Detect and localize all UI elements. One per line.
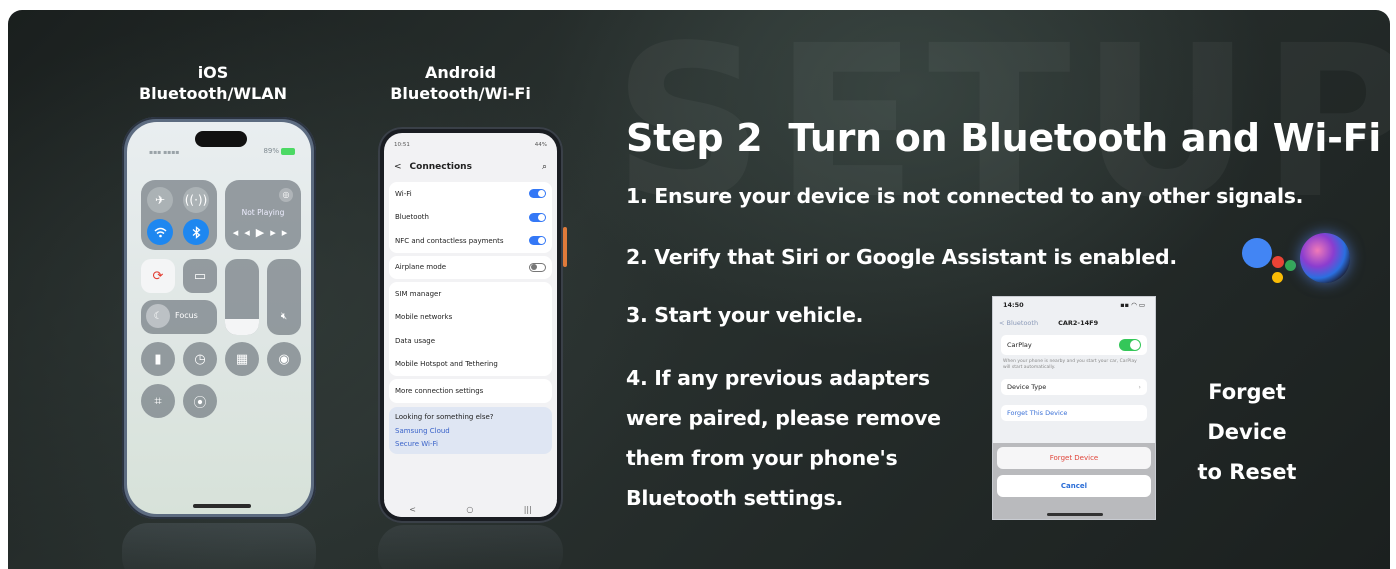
android-group-network: SIM manager Mobile networks Data usage M… — [389, 282, 552, 376]
brightness-slider[interactable] — [225, 259, 259, 335]
siri-icon — [1300, 233, 1350, 283]
instruction-2: 2. Verify that Siri or Google Assistant … — [626, 245, 1177, 269]
fs-status-bar: 14:50 ▪▪ ◠ ▭ — [1003, 301, 1145, 309]
focus-tile[interactable]: ☾ Focus — [141, 300, 217, 334]
cancel-button[interactable]: Cancel — [997, 475, 1151, 497]
android-group-primary: Wi-Fi Bluetooth NFC and contactless paym… — [389, 182, 552, 253]
media-tile[interactable]: ◎ Not Playing ◂◂▶▸▸ — [225, 180, 301, 250]
home-indicator — [193, 504, 251, 508]
instruction-4: 4. If any previous adapters were paired,… — [626, 366, 941, 510]
ios-status-battery: 89% — [263, 147, 295, 155]
android-group-airplane: Airplane mode — [389, 255, 552, 280]
setting-row-more[interactable]: More connection settings — [389, 379, 552, 403]
carplay-toggle[interactable] — [1119, 339, 1141, 351]
fs-home-indicator — [1047, 513, 1103, 516]
forget-device-button[interactable]: Forget Device — [997, 447, 1151, 469]
nav-home-icon[interactable]: ○ — [466, 505, 473, 514]
media-status: Not Playing — [241, 208, 285, 217]
search-icon[interactable]: ⌕ — [542, 162, 547, 172]
suggest-title: Looking for something else? — [395, 412, 494, 421]
setting-row-bluetooth[interactable]: Bluetooth — [389, 206, 552, 230]
suggest-link-secure-wifi[interactable]: Secure Wi-Fi — [395, 440, 546, 448]
fs-device-name: CAR2-14F9 — [1058, 319, 1099, 327]
android-title-line2: Bluetooth/Wi-Fi — [390, 84, 531, 103]
media-controls[interactable]: ◂◂▶▸▸ — [225, 226, 301, 239]
focus-label: Focus — [175, 311, 198, 320]
cellular-icon[interactable]: ((·)) — [183, 187, 209, 213]
android-connections-screen: 10:51 44% < Connections ⌕ Wi-Fi Bluetooth… — [384, 133, 557, 517]
wifi-toggle[interactable] — [529, 189, 546, 199]
android-header: < Connections ⌕ — [384, 155, 557, 179]
wifi-icon[interactable] — [147, 219, 173, 245]
calculator-icon[interactable]: ▦ — [225, 342, 259, 376]
google-assistant-icon — [1242, 236, 1302, 286]
iphone-mockup: ▪▪▪ ▪▪▪▪ 89% ✈ ((·)) ◎ Not Playing ◂◂▶▸▸… — [122, 117, 316, 519]
android-group-more: More connection settings — [389, 379, 552, 403]
android-reflection — [378, 525, 563, 569]
nfc-toggle[interactable] — [529, 236, 546, 246]
iphone-reflection — [122, 523, 316, 569]
ios-status-carrier: ▪▪▪ ▪▪▪▪ — [149, 149, 180, 156]
screen-mirror-icon[interactable]: ▭ — [183, 259, 217, 293]
rotation-lock-icon[interactable]: ⟳ — [141, 259, 175, 293]
back-icon[interactable]: < — [394, 162, 402, 172]
forget-device-caption: Forget Device to Reset — [1172, 372, 1322, 492]
ios-title: iOS Bluetooth/WLAN — [128, 62, 298, 104]
forget-caption-line1: Forget Device — [1207, 380, 1287, 444]
forget-device-screenshot: 14:50 ▪▪ ◠ ▭ < Bluetooth CAR2-14F9 CarPla… — [992, 296, 1156, 520]
setting-row-mobile-networks[interactable]: Mobile networks — [389, 306, 552, 330]
ios-control-center: ▪▪▪ ▪▪▪▪ 89% ✈ ((·)) ◎ Not Playing ◂◂▶▸▸… — [127, 122, 311, 514]
android-suggestions: Looking for something else? Samsung Clou… — [389, 406, 552, 454]
fs-carplay-note: When your phone is nearby and you start … — [1003, 359, 1137, 370]
moon-icon: ☾ — [146, 304, 170, 328]
ios-title-line2: Bluetooth/WLAN — [138, 84, 288, 103]
bluetooth-toggle[interactable] — [529, 212, 546, 222]
setting-row-data-usage[interactable]: Data usage — [389, 329, 552, 353]
mute-icon: 🔇︎ — [280, 311, 288, 322]
airplay-icon[interactable]: ◎ — [279, 188, 293, 202]
android-mockup: 10:51 44% < Connections ⌕ Wi-Fi Bluetooth… — [378, 127, 567, 523]
android-status-bar: 10:51 44% — [394, 142, 547, 148]
instruction-1: 1. Ensure your device is not connected t… — [626, 184, 1304, 208]
android-side-button — [563, 227, 567, 267]
android-title-line1: Android — [424, 63, 497, 82]
fs-forget-link[interactable]: Forget This Device — [1001, 405, 1147, 421]
setup-banner: SETUP iOS Bluetooth/WLAN Android Bluetoo… — [8, 10, 1390, 569]
android-nav-bar: < ○ ||| — [384, 501, 557, 517]
forget-caption-line2: to Reset — [1197, 460, 1297, 484]
android-title: Android Bluetooth/Wi-Fi — [378, 62, 543, 104]
fs-action-sheet: Forget Device Cancel — [993, 443, 1155, 519]
fs-back-link[interactable]: < Bluetooth — [999, 319, 1038, 327]
fs-device-type-row[interactable]: Device Type › — [1001, 379, 1147, 395]
setting-row-airplane[interactable]: Airplane mode — [389, 256, 552, 280]
record-icon[interactable]: ⦿ — [183, 384, 217, 418]
flashlight-icon[interactable]: ▮ — [141, 342, 175, 376]
scan-icon[interactable]: ⌗ — [141, 384, 175, 418]
setting-row-hotspot[interactable]: Mobile Hotspot and Tethering — [389, 353, 552, 377]
setting-row-nfc[interactable]: NFC and contactless payments — [389, 229, 552, 253]
setting-row-wifi[interactable]: Wi-Fi — [389, 182, 552, 206]
timer-icon[interactable]: ◷ — [183, 342, 217, 376]
camera-icon[interactable]: ◉ — [267, 342, 301, 376]
suggest-link-samsung-cloud[interactable]: Samsung Cloud — [395, 427, 546, 435]
connectivity-tile[interactable]: ✈ ((·)) — [141, 180, 217, 250]
volume-slider[interactable]: 🔇︎ — [267, 259, 301, 335]
airplane-toggle[interactable] — [529, 262, 546, 272]
step-number: Step 2 — [626, 116, 763, 160]
ios-title-line1: iOS — [197, 63, 229, 82]
step-title: Turn on Bluetooth and Wi-Fi — [788, 116, 1381, 160]
android-header-title: Connections — [409, 162, 472, 172]
setting-row-sim[interactable]: SIM manager — [389, 282, 552, 306]
airplane-icon[interactable]: ✈ — [147, 187, 173, 213]
step-heading: Step 2 Turn on Bluetooth and Wi-Fi — [626, 116, 1381, 160]
dynamic-island — [195, 131, 247, 147]
instruction-3: 3. Start your vehicle. — [626, 303, 864, 327]
bluetooth-icon[interactable] — [183, 219, 209, 245]
nav-back-icon[interactable]: < — [409, 505, 416, 514]
fs-carplay-row[interactable]: CarPlay — [1001, 335, 1147, 355]
fs-nav-bar: < Bluetooth CAR2-14F9 — [993, 315, 1155, 331]
nav-recents-icon[interactable]: ||| — [524, 505, 532, 514]
